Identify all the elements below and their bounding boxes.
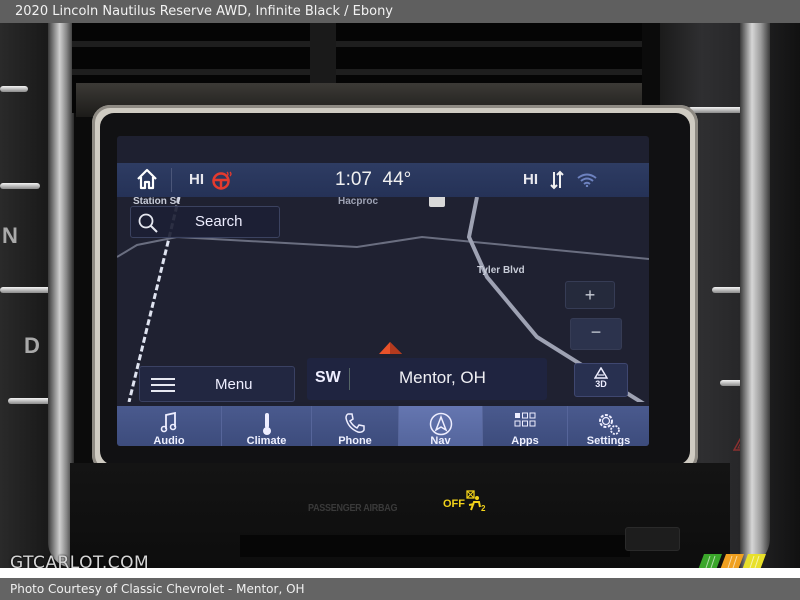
- touch-screen: Station St Hacproc Tyler Blvd HI 1:07 44…: [117, 136, 649, 446]
- hamburger-icon: [151, 378, 175, 392]
- menu-label: Menu: [215, 376, 253, 393]
- nav-tab-apps[interactable]: Apps: [483, 406, 568, 446]
- 3d-view-icon: [594, 367, 608, 379]
- driver-heat-level[interactable]: HI: [189, 171, 204, 188]
- zoom-in-button[interactable]: +: [565, 281, 615, 309]
- nav-label-phone: Phone: [338, 435, 372, 446]
- nav-label-nav: Nav: [430, 435, 451, 446]
- bottom-nav-bar: Audio Climate Phone Nav Apps Settings: [117, 406, 649, 446]
- street-label-tyler-blvd: Tyler Blvd: [477, 265, 525, 276]
- phone-icon: [345, 413, 365, 433]
- compass-heading: SW: [315, 369, 341, 386]
- airbag-off-icon: 2: [466, 490, 486, 512]
- music-note-icon: [160, 412, 177, 433]
- nav-label-apps: Apps: [511, 435, 539, 446]
- right-button-1-edge[interactable]: [688, 107, 746, 113]
- home-icon[interactable]: [135, 167, 159, 191]
- zoom-out-button[interactable]: −: [570, 318, 622, 350]
- photo-title: 2020 Lincoln Nautilus Reserve AWD, Infin…: [0, 0, 800, 23]
- chrome-trim-right: [740, 23, 770, 568]
- road-horizontal: [117, 235, 649, 260]
- route-shield-icon: [429, 197, 445, 207]
- cd-slot: [240, 535, 630, 557]
- search-icon: [138, 213, 158, 233]
- nav-tab-audio[interactable]: Audio: [117, 406, 222, 446]
- nav-label-audio: Audio: [153, 435, 185, 446]
- search-label: Search: [195, 213, 243, 230]
- data-transfer-icon: [550, 170, 564, 190]
- status-divider: [171, 168, 172, 192]
- gear-button-r-edge[interactable]: [0, 183, 40, 189]
- nav-tab-phone[interactable]: Phone: [312, 406, 399, 446]
- wifi-icon: [577, 173, 597, 187]
- status-bar: HI 1:07 44° HI: [117, 163, 649, 197]
- location-divider: [349, 368, 350, 390]
- nav-tab-climate[interactable]: Climate: [222, 406, 312, 446]
- heated-steering-wheel-icon[interactable]: [212, 170, 234, 190]
- view-3d-label: 3D: [595, 379, 607, 389]
- nav-tab-nav[interactable]: Nav: [399, 406, 483, 446]
- photo-credit: Photo Courtesy of Classic Chevrolet - Me…: [0, 578, 800, 600]
- watermark: GTCARLOT.COM: [10, 553, 150, 568]
- settings-gears-icon: [598, 414, 620, 435]
- gear-letter-n[interactable]: N: [2, 223, 18, 249]
- passenger-heat-level[interactable]: HI: [523, 171, 538, 188]
- nav-label-climate: Climate: [246, 435, 287, 446]
- passenger-airbag-label: PASSENGER AIRBAG: [308, 503, 398, 514]
- clock-temperature: 1:07 44°: [335, 169, 411, 191]
- nav-tab-settings[interactable]: Settings: [568, 406, 649, 446]
- clock-time: 1:07: [335, 169, 372, 190]
- current-city: Mentor, OH: [399, 368, 486, 387]
- menu-button[interactable]: Menu: [139, 366, 295, 402]
- svg-text:2: 2: [481, 504, 486, 512]
- view-3d-button[interactable]: 3D: [574, 363, 628, 397]
- eject-button[interactable]: [625, 527, 680, 551]
- street-label-hacproc: Hacproc: [338, 196, 379, 207]
- dealer-logo-icon: [698, 554, 766, 568]
- passenger-airbag-status: OFF: [443, 498, 465, 510]
- navigation-icon: [429, 412, 452, 436]
- search-button[interactable]: Search: [130, 206, 280, 238]
- dashboard-photo: N D S Station St Hacproc Tyl: [0, 23, 800, 568]
- gear-letter-d[interactable]: D: [24, 333, 40, 359]
- current-location-bar[interactable]: SW Mentor, OH: [307, 358, 547, 400]
- caption-divider: [0, 568, 800, 578]
- nav-label-settings: Settings: [586, 435, 631, 446]
- outside-temperature: 44°: [382, 169, 412, 190]
- gear-button-p-edge[interactable]: [0, 86, 28, 92]
- apps-grid-icon: [514, 412, 536, 427]
- thermometer-icon: [262, 413, 271, 435]
